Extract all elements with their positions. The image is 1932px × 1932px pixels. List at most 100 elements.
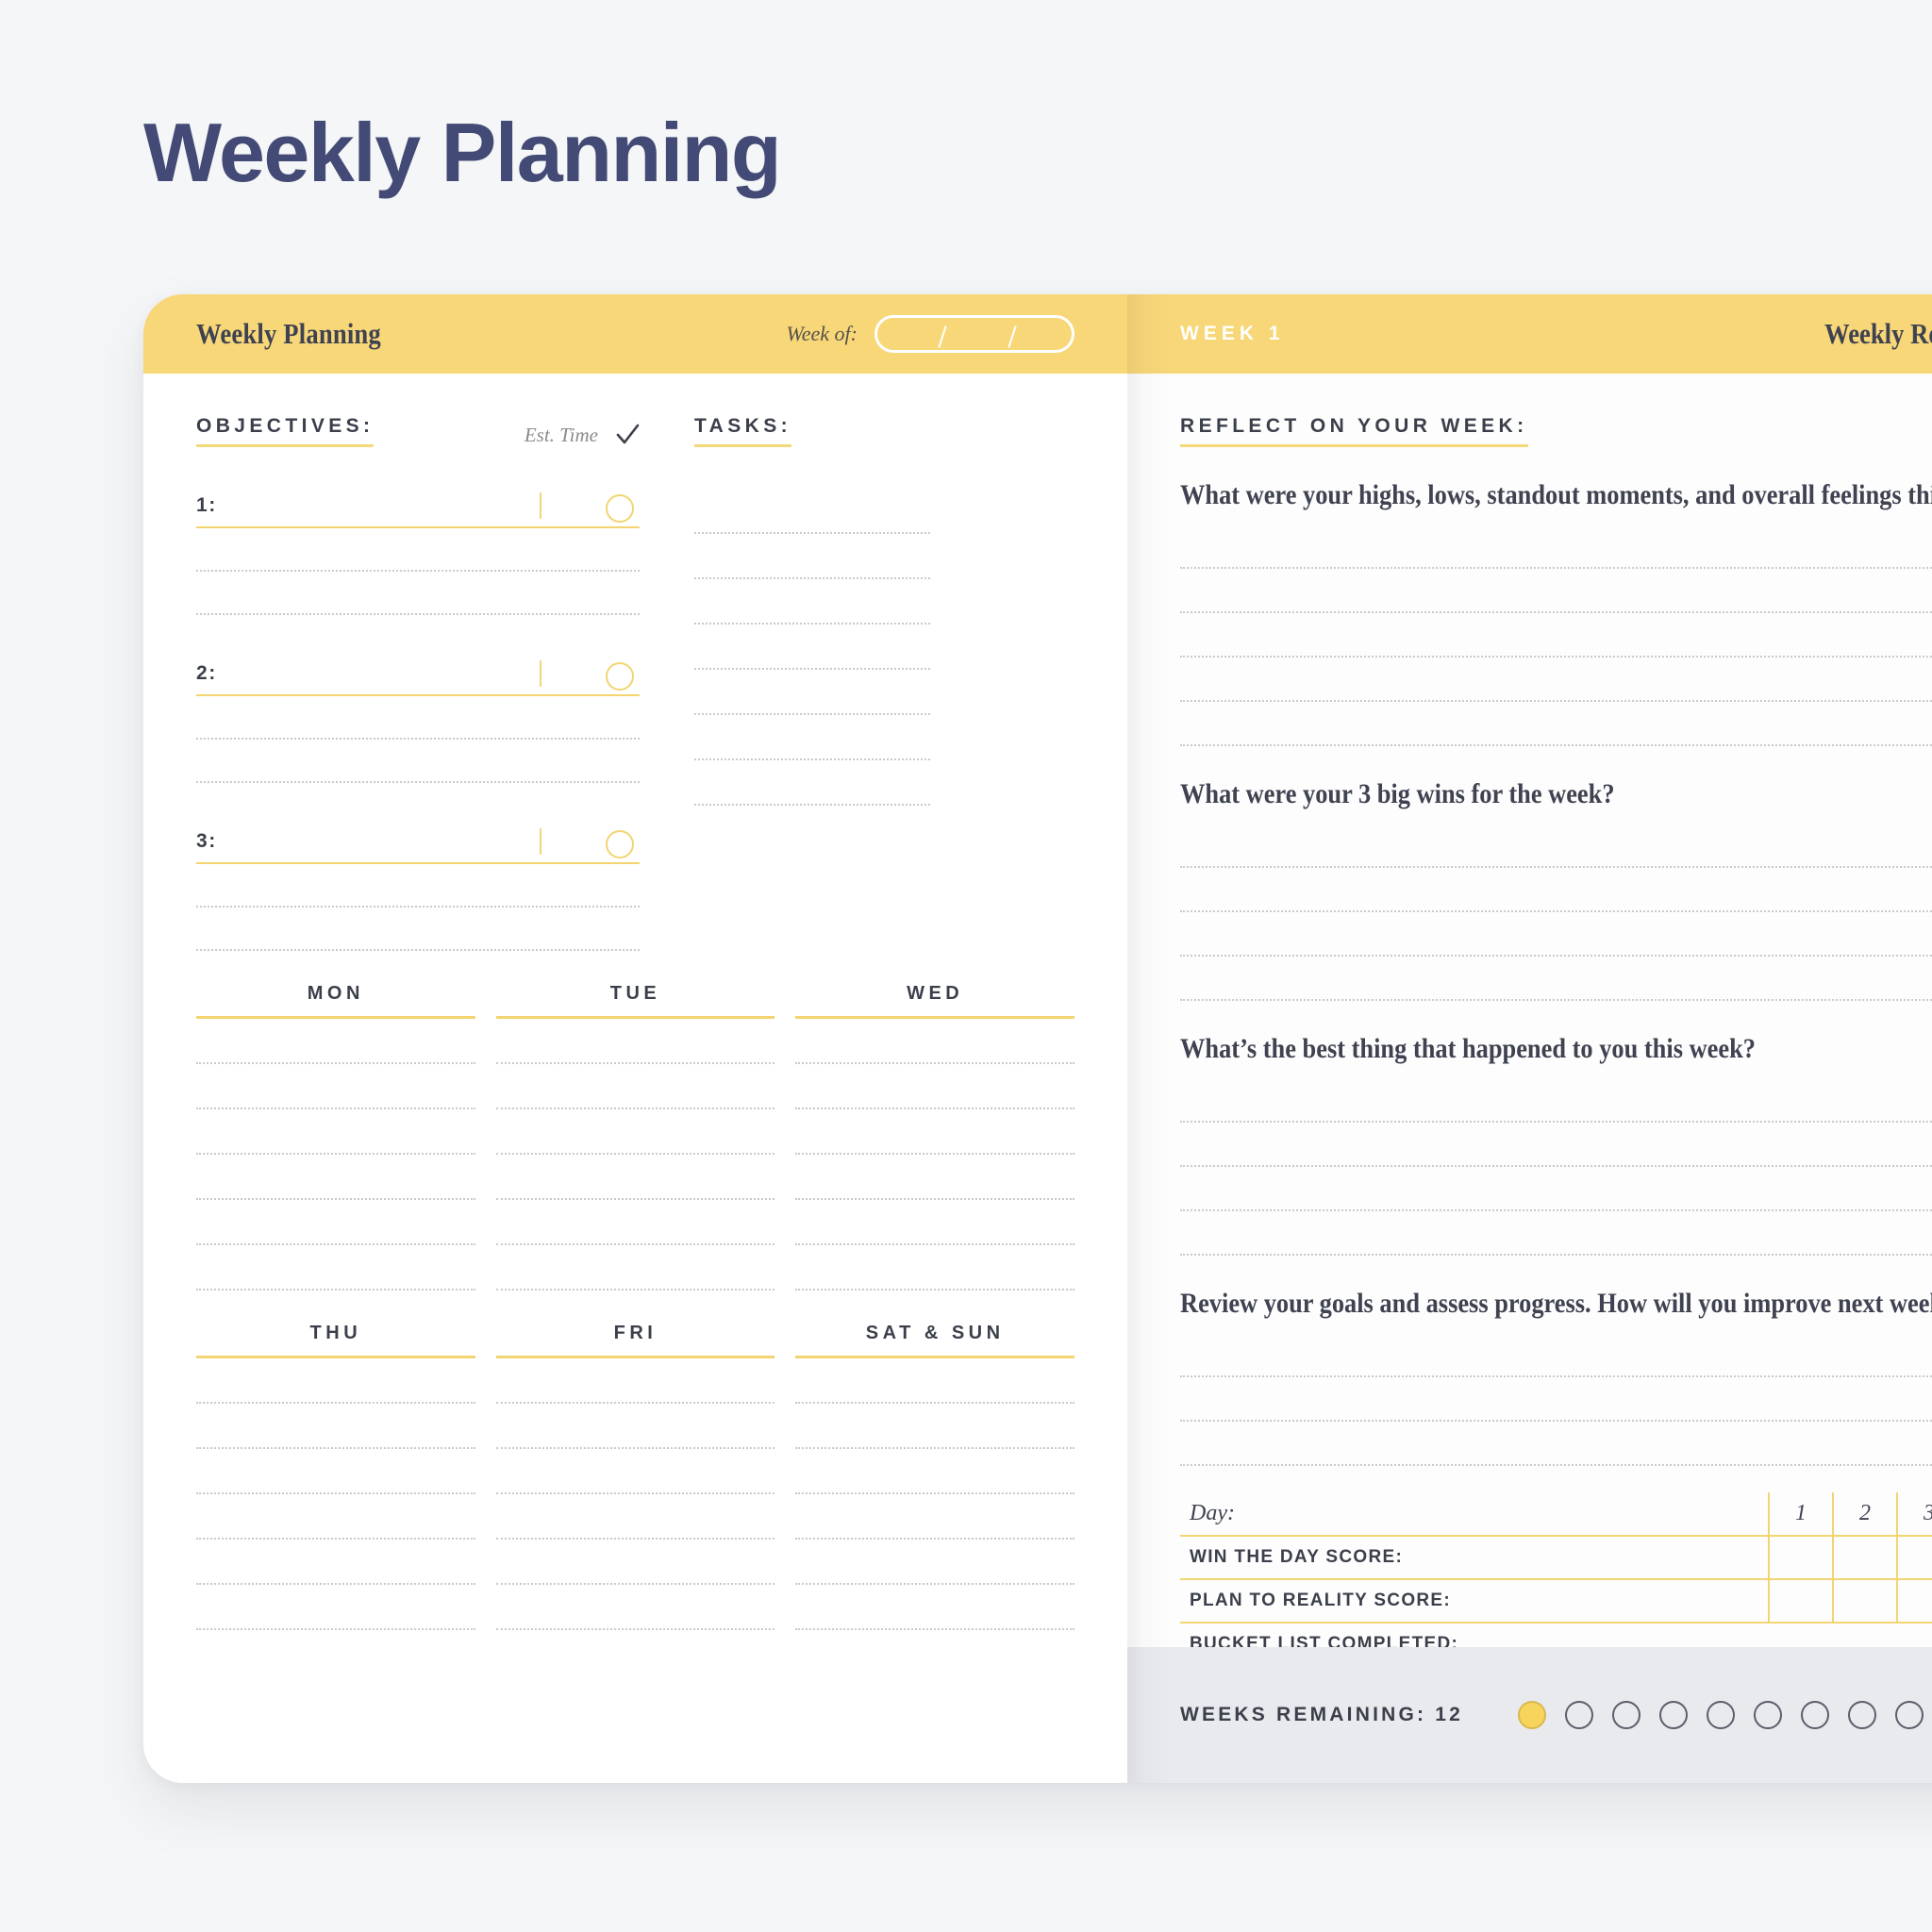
day-line[interactable] — [196, 1404, 475, 1449]
day-line[interactable] — [795, 1585, 1075, 1630]
objective-note-line[interactable] — [196, 696, 640, 740]
objective-note-line[interactable] — [196, 740, 640, 783]
day-line[interactable] — [495, 1404, 775, 1449]
objective-row-3[interactable]: 3: — [196, 811, 640, 864]
day-line[interactable] — [495, 1540, 775, 1585]
day-line[interactable] — [196, 1449, 475, 1494]
day-line[interactable] — [495, 1155, 775, 1200]
weeks-remaining-footer: WEEKS REMAINING: 12 — [1127, 1647, 1932, 1783]
day-line[interactable] — [196, 1585, 475, 1630]
day-line[interactable] — [795, 1404, 1075, 1449]
answer-line[interactable] — [1180, 1123, 1932, 1167]
day-line[interactable] — [196, 1109, 475, 1155]
answer-line[interactable] — [1180, 957, 1932, 1001]
answer-line[interactable] — [1180, 1377, 1932, 1422]
day-line[interactable] — [795, 1019, 1075, 1064]
score-cell[interactable] — [1832, 1579, 1897, 1624]
tasks-column — [694, 447, 930, 951]
day-line[interactable] — [495, 1585, 775, 1630]
objectives-label: OBJECTIVES: — [196, 415, 375, 447]
day-line[interactable] — [196, 1494, 475, 1540]
week-dot-7[interactable] — [1801, 1701, 1829, 1729]
day-line[interactable] — [495, 1449, 775, 1494]
score-cell[interactable] — [1768, 1579, 1833, 1624]
score-cell[interactable] — [1832, 1536, 1897, 1580]
day-line[interactable] — [495, 1019, 775, 1064]
answer-line[interactable] — [1180, 1422, 1932, 1466]
day-line[interactable] — [196, 1064, 475, 1109]
left-section-headings: OBJECTIVES: Est. Time TASKS: — [196, 415, 1074, 447]
day-line[interactable] — [495, 1245, 775, 1291]
objective-number-1: 1: — [196, 494, 217, 516]
score-table-day-2: 2 — [1832, 1492, 1897, 1537]
answer-line[interactable] — [1180, 868, 1932, 912]
answer-line[interactable] — [1180, 912, 1932, 957]
objective-note-line[interactable] — [196, 908, 640, 951]
day-line[interactable] — [495, 1200, 775, 1245]
answer-line[interactable] — [1180, 824, 1932, 868]
answer-line[interactable] — [1180, 702, 1932, 746]
day-line[interactable] — [795, 1540, 1075, 1585]
objective-checkbox-1[interactable] — [606, 494, 634, 523]
day-line[interactable] — [795, 1064, 1075, 1109]
answer-line[interactable] — [1180, 569, 1932, 613]
day-line[interactable] — [495, 1064, 775, 1109]
week-dot-1[interactable] — [1518, 1701, 1546, 1729]
day-line[interactable] — [196, 1155, 475, 1200]
reflect-question-4: Review your goals and assess progress. H… — [1180, 1288, 1932, 1319]
week-dot-4[interactable] — [1659, 1701, 1688, 1729]
day-line[interactable] — [196, 1358, 475, 1404]
day-line[interactable] — [795, 1358, 1075, 1404]
tasks-label: TASKS: — [694, 415, 792, 447]
day-line[interactable] — [196, 1200, 475, 1245]
day-column-thu: THU — [196, 1323, 475, 1630]
task-line[interactable] — [694, 670, 930, 715]
task-line[interactable] — [694, 715, 930, 760]
objective-est-time-divider-2 — [540, 660, 541, 687]
day-line[interactable] — [495, 1494, 775, 1540]
day-line[interactable] — [495, 1109, 775, 1155]
score-cell[interactable] — [1896, 1536, 1932, 1580]
task-line[interactable] — [694, 625, 930, 670]
score-cell[interactable] — [1896, 1579, 1932, 1624]
objective-note-line[interactable] — [196, 572, 640, 615]
task-line[interactable] — [694, 579, 930, 625]
objective-row-1[interactable]: 1: — [196, 475, 640, 528]
week-dot-9[interactable] — [1895, 1701, 1924, 1729]
day-line[interactable] — [795, 1109, 1075, 1155]
objective-note-line[interactable] — [196, 528, 640, 572]
score-row-label: PLAN TO REALITY SCORE: — [1180, 1579, 1769, 1624]
day-line[interactable] — [795, 1449, 1075, 1494]
task-line[interactable] — [694, 489, 930, 534]
objective-row-2[interactable]: 2: — [196, 643, 640, 696]
answer-line[interactable] — [1180, 1078, 1932, 1123]
day-line[interactable] — [196, 1540, 475, 1585]
task-line[interactable] — [694, 760, 930, 806]
day-line[interactable] — [795, 1494, 1075, 1540]
objective-checkbox-3[interactable] — [606, 830, 634, 858]
answer-line[interactable] — [1180, 1333, 1932, 1377]
day-line[interactable] — [196, 1019, 475, 1064]
answer-line[interactable] — [1180, 658, 1932, 702]
day-line[interactable] — [795, 1155, 1075, 1200]
day-line[interactable] — [795, 1245, 1075, 1291]
week-of-date-input[interactable] — [874, 315, 1074, 353]
objective-checkbox-2[interactable] — [606, 662, 634, 691]
answer-line[interactable] — [1180, 613, 1932, 658]
week-dot-5[interactable] — [1707, 1701, 1735, 1729]
day-line[interactable] — [196, 1245, 475, 1291]
objective-note-line[interactable] — [196, 864, 640, 908]
week-dot-8[interactable] — [1848, 1701, 1876, 1729]
day-line[interactable] — [795, 1200, 1075, 1245]
task-line[interactable] — [694, 534, 930, 579]
week-dot-3[interactable] — [1612, 1701, 1641, 1729]
day-line[interactable] — [495, 1358, 775, 1404]
answer-line[interactable] — [1180, 1167, 1932, 1211]
score-cell[interactable] — [1768, 1536, 1833, 1580]
answer-line[interactable] — [1180, 525, 1932, 569]
week-dot-6[interactable] — [1754, 1701, 1782, 1729]
day-header-wed: WED — [795, 983, 1075, 1019]
tasks-lines — [694, 489, 930, 806]
answer-line[interactable] — [1180, 1211, 1932, 1256]
week-dot-2[interactable] — [1565, 1701, 1593, 1729]
